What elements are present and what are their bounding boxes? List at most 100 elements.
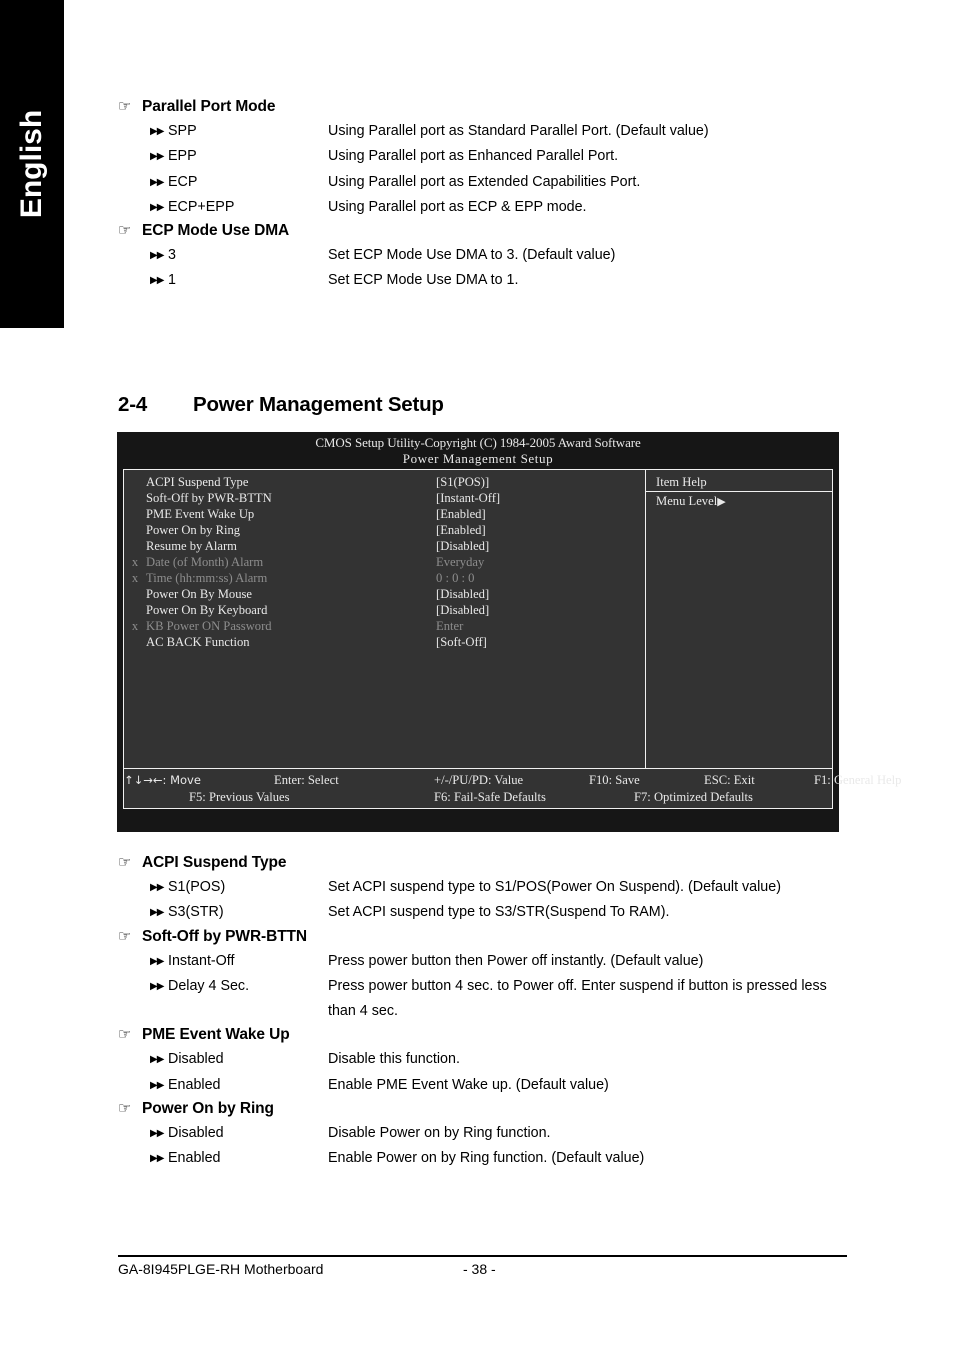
bios-disabled-marker (124, 506, 146, 522)
bios-disabled-marker: x (131, 618, 139, 633)
menu-level-arrow-icon: ▶ (717, 494, 726, 508)
option-row: ▶▶ ECP+EPP Using Parallel port as ECP & EP… (118, 195, 848, 220)
bios-item-help-panel: Item Help Menu Level▶ (645, 469, 832, 768)
bios-disabled-marker (124, 586, 146, 602)
bios-setting-label: Soft-Off by PWR-BTTN (146, 490, 272, 505)
section-title: Soft-Off by PWR-BTTN (142, 927, 308, 945)
bios-disabled-marker (124, 634, 146, 650)
bios-key-hint: F5: Previous Values (189, 789, 290, 804)
option-row: ▶▶ Enabled Enable PME Event Wake up. (Defa… (118, 1073, 848, 1098)
bios-setting-row[interactable]: x Date (of Month) Alarm Everyday (124, 554, 645, 570)
bios-setting-value[interactable]: 0 : 0 : 0 (436, 570, 645, 586)
option-name: EPP (168, 148, 197, 165)
bios-setting-value[interactable]: [Disabled] (436, 602, 645, 618)
bios-setting-row[interactable]: x Time (hh:mm:ss) Alarm 0 : 0 : 0 (124, 570, 645, 586)
bios-title: CMOS Setup Utility-Copyright (C) 1984-20… (315, 435, 641, 450)
pointing-hand-icon: ☞ (118, 1099, 132, 1118)
bios-setting-row[interactable]: Power On By Keyboard [Disabled] (124, 602, 645, 618)
pointing-hand-icon: ☞ (118, 221, 132, 240)
bios-setting-row[interactable]: Resume by Alarm [Disabled] (124, 538, 645, 554)
menu-level-row: Menu Level▶ (646, 493, 832, 510)
bios-setting-row[interactable]: AC BACK Function [Soft-Off] (124, 634, 645, 650)
bios-setting-label: Time (hh:mm:ss) Alarm (146, 570, 268, 585)
chapter-number: 2-4 (118, 393, 148, 416)
bios-setting-row[interactable]: x KB Power ON Password Enter (124, 618, 645, 634)
option-description: Set ECP Mode Use DMA to 1. (328, 272, 519, 289)
section-title: Parallel Port Mode (142, 98, 276, 115)
option-description: Enable Power on by Ring function. (Defau… (328, 1150, 645, 1167)
bios-setting-label: Date (of Month) Alarm (146, 554, 264, 569)
option-name: Enabled (168, 1076, 221, 1093)
option-name: 3 (168, 247, 176, 264)
option-description: Press power button 4 sec. to Power off. … (328, 977, 827, 1020)
bios-key-legend: ↑↓→←: Move Enter: Select +/-/PU/PD: Value F… (124, 767, 901, 808)
bios-setting-value[interactable]: Enter (436, 618, 645, 634)
option-row: ▶▶ Disabled Disable Power on by Ring funct… (118, 1121, 848, 1146)
bios-disabled-marker (124, 538, 146, 554)
bios-key-hint: ESC: Exit (704, 772, 755, 787)
bios-setting-value[interactable]: [S1(POS)] (436, 474, 645, 490)
section-heading: ☞ Soft-Off by PWR-BTTN (118, 926, 848, 947)
bios-disabled-marker: x (131, 570, 139, 585)
pointing-hand-icon: ☞ (118, 1025, 132, 1044)
option-description: Set ACPI suspend type to S1/POS(Power On… (328, 879, 781, 895)
pointing-hand-icon: ☞ (118, 97, 132, 115)
option-row: ▶▶ Disabled Disable this function. (118, 1047, 848, 1072)
menu-level-label: Menu Level (656, 493, 718, 508)
option-row: ▶▶ Enabled Enable Power on by Ring functio… (118, 1146, 848, 1171)
bios-setting-row[interactable]: ACPI Suspend Type [S1(POS)] (124, 474, 645, 490)
pointing-hand-icon: ☞ (118, 926, 132, 945)
bios-setting-value[interactable]: [Disabled] (436, 586, 645, 602)
bios-setting-row[interactable]: Power On by Ring [Enabled] (124, 522, 645, 538)
footer-product-name: GA-8I945PLGE-RH Motherboard (118, 1261, 324, 1277)
option-name: Enabled (168, 1150, 221, 1167)
bios-setting-label: Resume by Alarm (146, 538, 237, 553)
bios-disabled-marker (124, 602, 146, 618)
bios-body: ACPI Suspend Type [S1(POS)] Soft-Off by PW… (123, 468, 901, 809)
bios-setting-label: Power On By Mouse (146, 586, 252, 601)
bios-disabled-marker (124, 474, 146, 490)
bios-subtitle: Power Management Setup (402, 450, 554, 466)
option-name: S1(POS) (168, 879, 226, 895)
bios-setting-label: KB Power ON Password (146, 618, 272, 633)
chapter-title: Power Management Setup (193, 393, 444, 416)
bios-setting-label: Power On By Keyboard (146, 602, 268, 617)
bios-setting-value[interactable]: [Enabled] (436, 522, 645, 538)
bios-setting-label: ACPI Suspend Type (146, 474, 249, 489)
option-row: ▶▶ SPP Using Parallel port as Standard Par… (118, 119, 848, 144)
bios-disabled-marker (124, 522, 146, 538)
bios-setting-row[interactable]: Power On By Mouse [Disabled] (124, 586, 645, 602)
bios-setting-label: PME Event Wake Up (146, 506, 255, 521)
option-name: Disabled (168, 1051, 224, 1068)
option-row: ▶▶ 3 Set ECP Mode Use DMA to 3. (Default v… (118, 243, 848, 268)
bios-setting-row[interactable]: PME Event Wake Up [Enabled] (124, 506, 645, 522)
option-description: Disable Power on by Ring function. (328, 1125, 551, 1142)
bios-key-hint: ↑↓→←: Move (124, 772, 201, 787)
bios-key-hint: F7: Optimized Defaults (634, 789, 753, 804)
option-description: Press power button then Power off instan… (328, 952, 704, 969)
bios-key-hint: Enter: Select (274, 772, 339, 787)
bios-setting-value[interactable]: [Instant-Off] (436, 490, 645, 506)
bios-setting-label: Power On by Ring (146, 522, 241, 537)
option-description: Using Parallel port as Extended Capabili… (328, 173, 641, 190)
footer-divider (118, 1255, 847, 1257)
section-heading: ☞ Parallel Port Mode (118, 96, 848, 117)
option-name: 1 (168, 272, 176, 289)
bios-setting-value[interactable]: [Soft-Off] (436, 634, 645, 650)
option-name: Delay 4 Sec. (168, 977, 250, 994)
chapter-heading: 2-4 Power Management Setup (118, 393, 444, 417)
option-name: SPP (168, 123, 197, 139)
option-name: ECP+EPP (168, 198, 235, 215)
option-row: ▶▶ Instant-Off Press power button then Pow… (118, 949, 848, 974)
bios-setting-row[interactable]: Soft-Off by PWR-BTTN [Instant-Off] (124, 490, 645, 506)
section-heading: ☞ PME Event Wake Up (118, 1024, 848, 1045)
bios-setting-value[interactable]: Everyday (436, 554, 645, 570)
bios-setting-value[interactable]: [Disabled] (436, 538, 645, 554)
bios-key-hint (124, 789, 189, 806)
bios-setting-value[interactable]: [Enabled] (436, 506, 645, 522)
section-title: ECP Mode Use DMA (142, 222, 290, 240)
option-description: Set ECP Mode Use DMA to 3. (Default valu… (328, 247, 616, 264)
bios-key-legend-line-1: ↑↓→←: Move Enter: Select +/-/PU/PD: Value F… (124, 772, 901, 789)
bios-screenshot: CMOS Setup Utility-Copyright (C) 1984-20… (117, 432, 901, 832)
parallel-port-sections: ☞ Parallel Port Mode ▶▶ SPP Using Parallel p… (118, 96, 848, 294)
